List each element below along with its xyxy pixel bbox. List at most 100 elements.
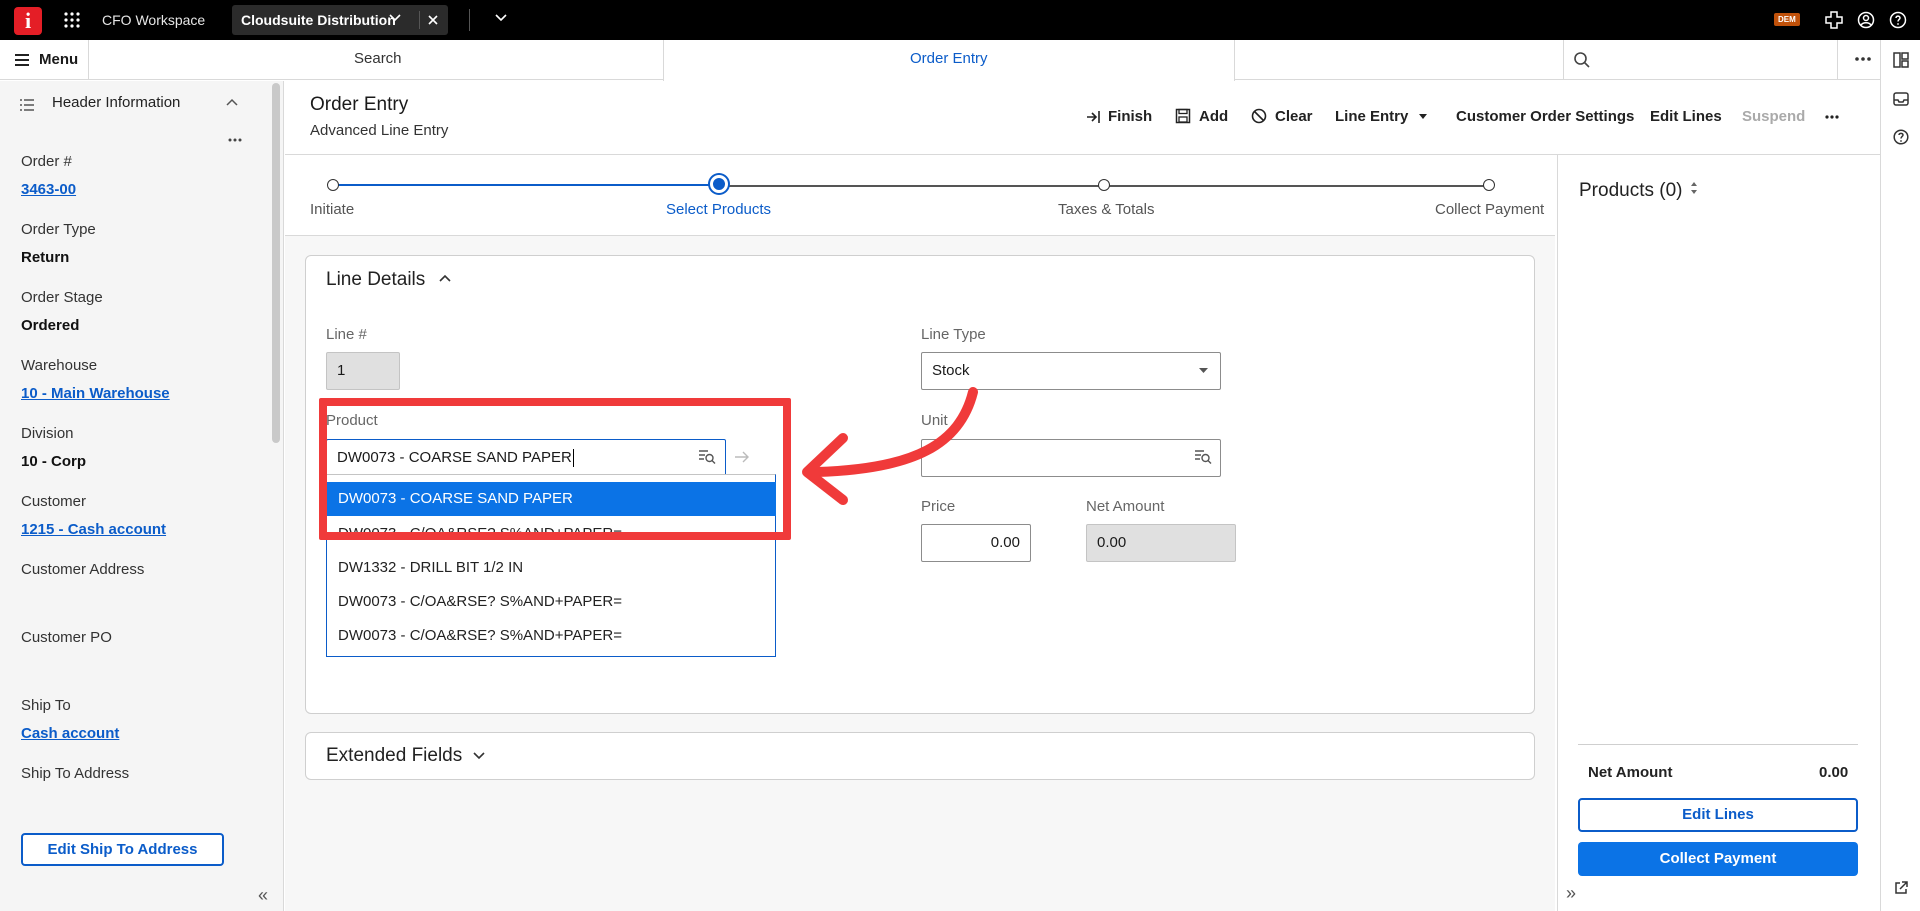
edit-ship-to-address-button[interactable]: Edit Ship To Address xyxy=(21,833,224,866)
collapse-panel-icon[interactable]: « xyxy=(258,885,268,906)
more-options-icon[interactable] xyxy=(228,137,242,143)
help-icon[interactable] xyxy=(1889,11,1907,29)
finish-button[interactable]: Finish xyxy=(1108,108,1152,125)
right-icon-rail xyxy=(1880,40,1920,911)
environment-badge: DEM xyxy=(1774,13,1800,26)
extended-fields-title[interactable]: Extended Fields xyxy=(326,745,462,767)
order-stage-value: Ordered xyxy=(21,317,80,334)
field-label: Ship To xyxy=(21,697,71,714)
divider xyxy=(1578,744,1858,745)
divider xyxy=(1837,40,1838,80)
chevron-down-icon[interactable] xyxy=(495,14,507,22)
line-number-input: 1 xyxy=(326,352,400,390)
list-item[interactable]: DW1332 - DRILL BIT 1/2 IN xyxy=(326,551,776,585)
close-tab-button[interactable] xyxy=(419,11,445,29)
workspace-title[interactable]: CFO Workspace xyxy=(102,12,205,28)
extended-fields-card[interactable] xyxy=(305,732,1535,780)
field-label: Division xyxy=(21,425,74,442)
panel-title: Header Information xyxy=(52,94,181,111)
net-amount-value: 0.00 xyxy=(1819,764,1849,781)
step-initiate-label[interactable]: Initiate xyxy=(310,201,354,218)
net-amount-input: 0.00 xyxy=(1086,524,1236,562)
list-item[interactable]: DW0073 - C/OA&RSE? S%AND+PAPER= xyxy=(326,585,776,619)
user-icon[interactable] xyxy=(1857,11,1875,29)
step-taxes-totals-dot[interactable] xyxy=(1098,179,1110,191)
step-initiate-dot[interactable] xyxy=(327,179,339,191)
edit-lines-button[interactable]: Edit Lines xyxy=(1650,108,1722,125)
line-number-label: Line # xyxy=(326,326,367,343)
collect-payment-button[interactable]: Collect Payment xyxy=(1578,842,1858,876)
field-label: Warehouse xyxy=(21,357,98,374)
field-label: Order Stage xyxy=(21,289,103,306)
app-tab-label[interactable]: Cloudsuite Distribution xyxy=(241,12,396,28)
divider xyxy=(1563,40,1564,80)
search-icon[interactable] xyxy=(1573,51,1591,69)
net-amount-label: Net Amount xyxy=(1588,764,1673,781)
field-label: Order # xyxy=(21,153,72,170)
external-link-icon[interactable] xyxy=(1894,881,1908,895)
clear-icon xyxy=(1251,108,1267,124)
more-options-icon[interactable] xyxy=(1855,50,1871,68)
caret-down-icon[interactable] xyxy=(1418,114,1428,120)
more-options-icon[interactable] xyxy=(1825,110,1839,124)
warehouse-link[interactable]: 10 - Main Warehouse xyxy=(21,385,170,402)
global-search-input[interactable] xyxy=(1603,47,1833,73)
field-label: Ship To Address xyxy=(21,765,130,782)
caret-down-icon[interactable] xyxy=(1199,368,1208,374)
chevron-down-icon[interactable] xyxy=(473,752,485,760)
line-entry-button[interactable]: Line Entry xyxy=(1335,108,1408,125)
net-amount-label: Net Amount xyxy=(1086,498,1165,515)
hamburger-icon[interactable] xyxy=(14,53,30,67)
tab-search[interactable]: Search xyxy=(354,50,402,67)
stepper-progress-line xyxy=(333,184,719,186)
sort-icon[interactable] xyxy=(1690,181,1698,195)
list-item[interactable]: DW0073 - C/OA&RSE? S%AND+PAPER= xyxy=(326,619,776,653)
clear-button[interactable]: Clear xyxy=(1275,108,1313,125)
save-icon xyxy=(1175,108,1191,124)
chevron-up-icon[interactable] xyxy=(439,274,451,282)
infor-logo[interactable]: i xyxy=(14,7,42,35)
division-value: 10 - Corp xyxy=(21,453,87,470)
step-taxes-totals-label[interactable]: Taxes & Totals xyxy=(1058,201,1154,218)
help-icon[interactable] xyxy=(1893,129,1909,145)
order-type-value: Return xyxy=(21,249,70,266)
line-type-label: Line Type xyxy=(921,326,986,343)
step-collect-payment-dot[interactable] xyxy=(1483,179,1495,191)
step-select-products-dot[interactable] xyxy=(710,175,728,193)
divider xyxy=(469,9,470,31)
app-switcher-icon[interactable] xyxy=(64,12,80,28)
finish-icon xyxy=(1085,109,1101,125)
step-select-products-label[interactable]: Select Products xyxy=(666,201,771,218)
chevron-down-icon[interactable] xyxy=(389,14,401,22)
list-icon xyxy=(20,99,34,111)
tab-order-entry-label[interactable]: Order Entry xyxy=(910,50,988,67)
page-subtitle: Advanced Line Entry xyxy=(310,122,449,139)
field-label: Order Type xyxy=(21,221,96,238)
field-label: Customer PO xyxy=(21,629,112,646)
divider xyxy=(88,40,89,80)
add-button[interactable]: Add xyxy=(1199,108,1228,125)
page-title: Order Entry xyxy=(310,94,409,115)
chevron-up-icon[interactable] xyxy=(226,98,238,106)
edit-lines-button[interactable]: Edit Lines xyxy=(1578,798,1858,832)
layout-icon[interactable] xyxy=(1893,52,1909,68)
expand-panel-icon[interactable]: » xyxy=(1566,883,1576,904)
customer-link[interactable]: 1215 - Cash account xyxy=(21,521,166,538)
suspend-button: Suspend xyxy=(1742,108,1806,125)
annotation-highlight-box xyxy=(319,398,791,540)
lookup-icon[interactable] xyxy=(1194,449,1212,465)
price-input[interactable]: 0.00 xyxy=(921,524,1031,562)
field-label: Customer Address xyxy=(21,561,145,578)
line-details-title[interactable]: Line Details xyxy=(326,269,425,291)
step-collect-payment-label[interactable]: Collect Payment xyxy=(1435,201,1544,218)
line-type-value: Stock xyxy=(932,362,970,379)
inbox-icon[interactable] xyxy=(1893,91,1909,107)
order-number-link[interactable]: 3463-00 xyxy=(21,181,76,198)
plus-icon[interactable] xyxy=(1825,11,1843,29)
annotation-arrow xyxy=(795,384,980,514)
menu-button[interactable]: Menu xyxy=(39,51,78,68)
customer-order-settings-button[interactable]: Customer Order Settings xyxy=(1456,108,1634,125)
ship-to-link[interactable]: Cash account xyxy=(21,725,119,742)
scrollbar[interactable] xyxy=(272,83,280,443)
field-label: Customer xyxy=(21,493,87,510)
